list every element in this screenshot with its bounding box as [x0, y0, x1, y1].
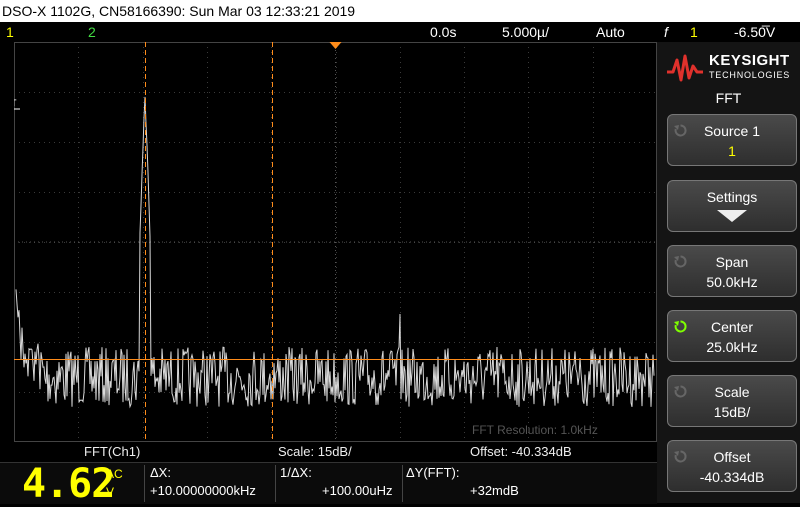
chevron-down-icon — [717, 210, 747, 222]
softkey-value: 50.0kHz — [706, 274, 758, 290]
softkey-source[interactable]: Source 1 1 — [667, 114, 797, 166]
delta-x-value: +10.00000000kHz — [150, 483, 256, 498]
separator — [275, 465, 276, 502]
chevron-down-icon — [668, 209, 796, 225]
trigger-position-marker — [329, 42, 342, 49]
measurement-bar: 4.62 AC V ΔX: +10.00000000kHz 1/ΔX: +100… — [0, 461, 657, 507]
fft-reference-marker: FFT — [14, 98, 17, 108]
inv-delta-x-label: 1/ΔX: — [280, 465, 312, 480]
separator — [402, 465, 403, 502]
softkey-label: Span — [715, 254, 749, 270]
unit: V — [106, 485, 115, 499]
inv-delta-x-value: +100.00uHz — [322, 483, 393, 498]
brand-sub: TECHNOLOGIES — [709, 70, 791, 80]
softkey-settings[interactable]: Settings — [667, 180, 797, 232]
delta-y-value: +32mdB — [470, 483, 519, 498]
trigger-level: -6.50̅V — [734, 24, 776, 40]
softkey-offset[interactable]: Offset -40.334dB — [667, 440, 797, 492]
ch1-scale-value[interactable]: 4.62 — [22, 461, 115, 507]
fft-info-bar: FFT(Ch1) Scale: 15dB/ Offset: -40.334dB — [0, 442, 657, 462]
waveform-display[interactable]: FFT Resolution: 1.0kHz FFT — [14, 42, 657, 442]
softkey-value: -40.334dB — [699, 469, 765, 485]
softkey-value: 15dB/ — [713, 404, 751, 420]
softkey-label: Settings — [706, 189, 758, 205]
softkey-value: 1 — [728, 143, 736, 159]
softkey-label: Source 1 — [703, 123, 761, 139]
softkey-panel: KEYSIGHT TECHNOLOGIES FFT Source 1 1 Setti… — [657, 42, 800, 503]
softkey-span[interactable]: Span 50.0kHz — [667, 245, 797, 297]
title-bar: DSO-X 1102G, CN58166390: Sun Mar 03 12:3… — [0, 0, 800, 22]
channel-1-indicator[interactable]: 1 — [6, 22, 14, 42]
separator — [144, 465, 145, 502]
channel-2-indicator[interactable]: 2 — [88, 22, 96, 42]
softkey-scale[interactable]: Scale 15dB/ — [667, 375, 797, 427]
time-offset: 0.0s — [430, 24, 457, 40]
keysight-wave-icon — [667, 54, 703, 82]
brand-name: KEYSIGHT — [709, 52, 790, 69]
trigger-edge-icon: f — [664, 24, 668, 40]
softkey-label: Center — [710, 319, 754, 335]
trigger-channel: 1 — [690, 24, 698, 40]
fft-trace — [15, 96, 655, 409]
coupling: AC — [106, 467, 123, 481]
delta-x-label: ΔX: — [150, 465, 171, 480]
timebase: 5.000µ/ — [502, 24, 549, 40]
fft-source-label: FFT(Ch1) — [84, 444, 141, 459]
keysight-logo: KEYSIGHT TECHNOLOGIES — [667, 48, 797, 88]
softkey-value: 25.0kHz — [706, 339, 758, 355]
menu-title: FFT — [715, 90, 742, 106]
status-bar: 1 2 0.0s 5.000µ/ Auto f 1 -6.50̅V — [0, 22, 800, 42]
delta-y-label: ΔY(FFT): — [406, 465, 460, 480]
fft-plot: FFT Resolution: 1.0kHz FFT — [14, 42, 657, 442]
title-text: DSO-X 1102G, CN58166390: Sun Mar 03 12:3… — [2, 3, 356, 19]
fft-scale: Scale: 15dB/ — [278, 444, 352, 459]
trigger-mode: Auto — [596, 24, 625, 40]
softkey-center[interactable]: Center 25.0kHz — [667, 310, 797, 362]
softkey-label: Scale — [714, 384, 750, 400]
softkey-label: Offset — [713, 449, 751, 465]
fft-resolution-watermark: FFT Resolution: 1.0kHz — [472, 423, 598, 437]
fft-offset: Offset: -40.334dB — [470, 444, 572, 459]
